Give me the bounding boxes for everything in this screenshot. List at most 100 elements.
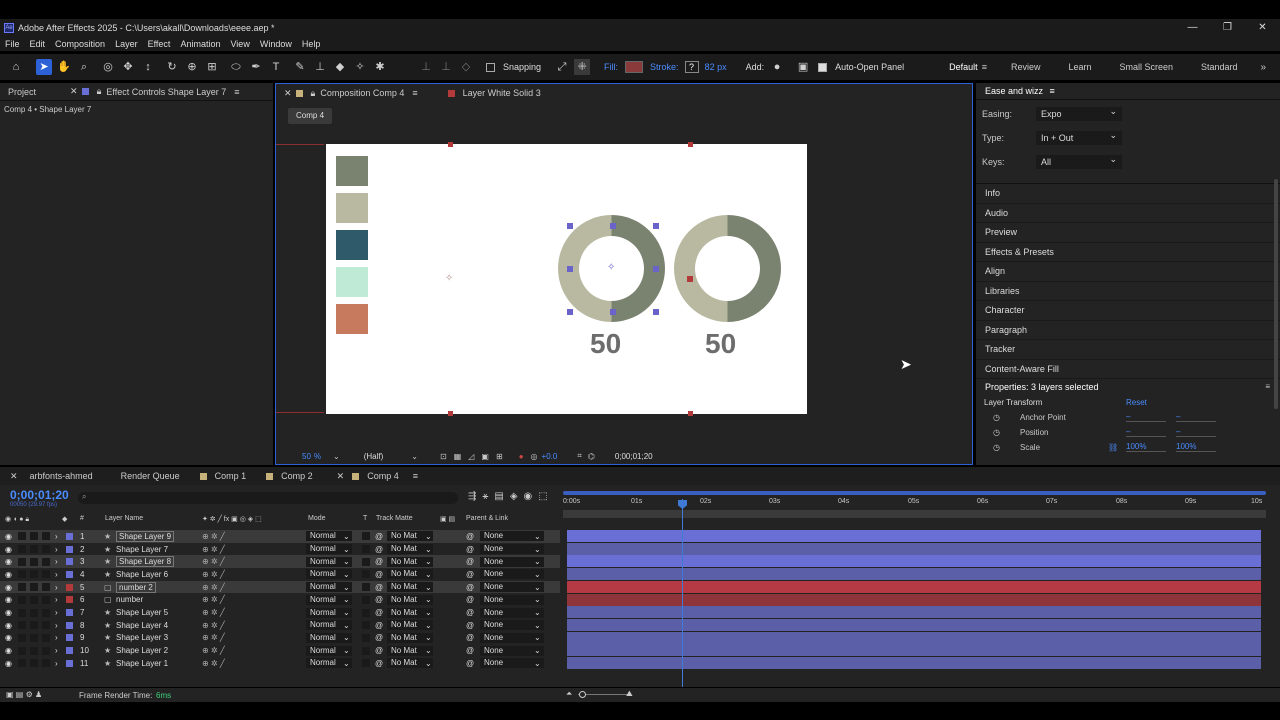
solo-box[interactable] <box>18 659 26 668</box>
selection-handle[interactable] <box>688 142 693 147</box>
preserve-transparency-box[interactable] <box>362 583 370 592</box>
stroke-label[interactable]: Stroke: <box>650 62 679 72</box>
solo-box[interactable] <box>18 646 26 655</box>
snapping-checkbox[interactable] <box>486 62 495 72</box>
layer-name[interactable]: number 2 <box>116 581 156 593</box>
workspace-small-screen[interactable]: Small Screen <box>1106 62 1188 72</box>
table-row[interactable]: ◉ › 11 ★ Shape Layer 1 ⊕ ✲ ╱ Normal ⌄ @ No Mat ⌄ @ N… <box>0 657 560 670</box>
parent-pickwhip-icon[interactable]: @ <box>466 532 474 541</box>
fill-swatch[interactable] <box>625 61 644 73</box>
label-box[interactable] <box>42 557 50 566</box>
comp-timecode[interactable]: 0;00;01;20 <box>615 452 653 461</box>
switch-icons[interactable]: ⊕ ✲ ╱ <box>202 545 225 554</box>
dolly-tool-icon[interactable]: ↕ <box>140 59 156 75</box>
preserve-transparency-box[interactable] <box>362 532 370 541</box>
menu-view[interactable]: View <box>225 39 254 49</box>
table-row[interactable]: ◉ › 7 ★ Shape Layer 5 ⊕ ✲ ╱ Normal ⌄ @ No Mat ⌄ @ No… <box>0 606 560 619</box>
workspace-review[interactable]: Review <box>997 62 1055 72</box>
comp-breadcrumb[interactable]: Comp 4 <box>288 108 333 124</box>
chevron-right-icon[interactable]: › <box>55 608 58 617</box>
matte-pickwhip-icon[interactable]: @ <box>375 532 383 541</box>
layer-duration-bar[interactable] <box>567 618 1261 631</box>
chevron-right-icon[interactable]: › <box>55 532 58 541</box>
layer-name[interactable]: number <box>116 595 143 604</box>
eye-icon[interactable]: ◉ <box>5 659 12 668</box>
solo-box[interactable] <box>18 583 26 592</box>
anchor-y[interactable]: – <box>1176 412 1216 422</box>
channel-icon[interactable]: ● <box>519 452 524 461</box>
label-color[interactable] <box>66 609 73 617</box>
anchor-point-icon[interactable]: ✧ <box>445 273 453 284</box>
zoom-out-icon[interactable]: ⏶ <box>566 689 572 699</box>
solo-box[interactable] <box>18 557 26 566</box>
hand-tool-icon[interactable]: ✋ <box>56 59 72 75</box>
panel-info[interactable]: Info <box>976 184 1280 204</box>
parent-pickwhip-icon[interactable]: @ <box>466 557 474 566</box>
tab-composition[interactable]: Composition Comp 4 <box>318 88 412 98</box>
motion-blur-icon[interactable]: ◉ <box>524 491 539 502</box>
parent-pickwhip-icon[interactable]: @ <box>466 621 474 630</box>
eye-icon[interactable]: ◉ <box>5 633 12 642</box>
table-row[interactable]: ◉ › 8 ★ Shape Layer 4 ⊕ ✲ ╱ Normal ⌄ @ No Mat ⌄ @ No… <box>0 619 560 632</box>
chevron-right-icon[interactable]: › <box>55 621 58 630</box>
eye-icon[interactable]: ◉ <box>5 608 12 617</box>
number-right[interactable]: 50 <box>705 328 736 360</box>
chevron-right-icon[interactable]: › <box>55 646 58 655</box>
panel-menu-icon[interactable]: ≡ <box>412 88 425 98</box>
label-box[interactable] <box>42 621 50 630</box>
stopwatch-icon[interactable]: ◷ <box>993 413 1000 422</box>
layer-duration-bar[interactable] <box>567 631 1261 644</box>
switch-icons[interactable]: ⊕ ✲ ╱ <box>202 595 225 604</box>
selection-handle[interactable] <box>567 266 573 272</box>
selection-handle[interactable] <box>687 276 693 282</box>
layer-name[interactable]: Shape Layer 1 <box>116 659 168 668</box>
scale-x[interactable]: 100% <box>1126 442 1166 452</box>
preserve-transparency-box[interactable] <box>362 621 370 630</box>
pan-behind-tool-icon[interactable]: ⊕ <box>184 59 200 75</box>
transparency-grid-icon[interactable]: ▦ <box>454 452 462 461</box>
matte-pickwhip-icon[interactable]: @ <box>375 570 383 579</box>
table-row[interactable]: ◉ › 5 ▢ number 2 ⊕ ✲ ╱ Normal ⌄ @ No Mat ⌄ @ None ⌄ <box>0 580 560 594</box>
local-axis-icon[interactable]: ⊥ <box>418 59 434 75</box>
link-icon[interactable]: ⛓ <box>1108 443 1118 452</box>
switch-icons[interactable]: ⊕ ✲ ╱ <box>202 532 225 541</box>
shy-icon[interactable]: ▤ <box>494 491 509 502</box>
lock-box[interactable] <box>30 545 38 554</box>
matte-pickwhip-icon[interactable]: @ <box>375 595 383 604</box>
selection-handle[interactable] <box>567 309 573 315</box>
parent-pickwhip-icon[interactable]: @ <box>466 595 474 604</box>
position-x[interactable]: – <box>1126 427 1166 437</box>
selection-handle[interactable] <box>610 309 616 315</box>
switch-icons[interactable]: ⊕ ✲ ╱ <box>202 570 225 579</box>
panel-preview[interactable]: Preview <box>976 223 1280 243</box>
selection-handle[interactable] <box>653 309 659 315</box>
layer-search-input[interactable]: ⌕ <box>78 492 458 504</box>
label-color[interactable] <box>66 634 73 642</box>
exposure-value[interactable]: +0.0 <box>542 452 558 461</box>
anchor-tool-icon[interactable]: ⊞ <box>204 59 220 75</box>
minimize-button[interactable]: — <box>1175 19 1210 37</box>
layer-duration-bar[interactable] <box>567 568 1261 581</box>
layer-name[interactable]: Shape Layer 6 <box>116 570 168 579</box>
table-row[interactable]: ◉ › 6 ▢ number ⊕ ✲ ╱ Normal ⌄ @ No Mat ⌄ @ None ⌄ <box>0 594 560 607</box>
pen-tool-icon[interactable]: ✒ <box>248 59 264 75</box>
lock-box[interactable] <box>30 659 38 668</box>
easing-select[interactable]: Expo <box>1036 104 1122 121</box>
chevron-right-icon[interactable]: › <box>55 583 58 592</box>
position-y[interactable]: – <box>1176 427 1216 437</box>
lock-box[interactable] <box>30 532 38 541</box>
zoom-tool-icon[interactable]: ⌕ <box>76 59 92 75</box>
workspace-standard[interactable]: Standard <box>1187 62 1252 72</box>
lock-box[interactable] <box>30 646 38 655</box>
roto-brush-tool-icon[interactable]: ✧ <box>352 59 368 75</box>
eye-icon[interactable]: ◉ <box>5 557 12 566</box>
type-tool-icon[interactable]: T <box>268 59 284 75</box>
toggle-icons[interactable]: ▣ ▤ ⚙ ♟ <box>6 690 42 699</box>
selection-handle[interactable] <box>448 142 453 147</box>
close-icon[interactable]: ✕ <box>44 86 80 97</box>
layer-duration-bar[interactable] <box>567 657 1261 669</box>
resolution-dropdown-icon[interactable]: ⌄ <box>411 452 418 461</box>
selection-handle[interactable] <box>448 411 453 416</box>
parent-pickwhip-icon[interactable]: @ <box>466 633 474 642</box>
table-row[interactable]: ◉ › 4 ★ Shape Layer 6 ⊕ ✲ ╱ Normal ⌄ @ No Mat ⌄ @ No… <box>0 568 560 581</box>
